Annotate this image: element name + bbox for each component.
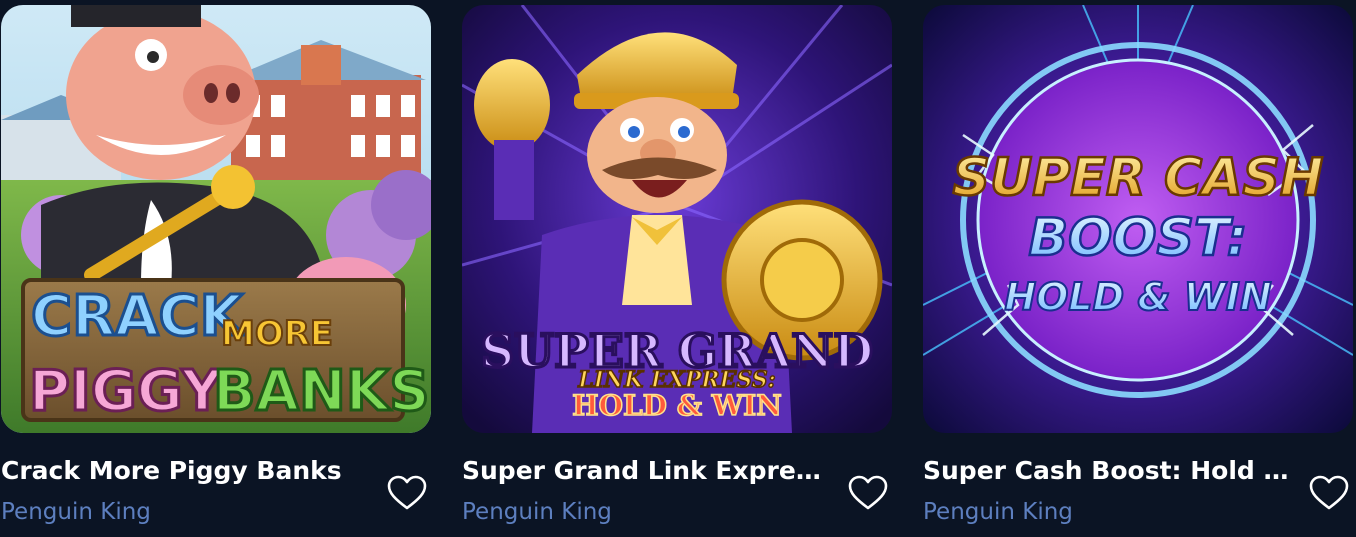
art-line-1: SUPER CASH bbox=[953, 148, 1324, 208]
game-thumbnail[interactable]: SUPER GRAND LINK EXPRESS: HOLD & WIN bbox=[462, 5, 892, 433]
game-title[interactable]: Super Cash Boost: Hold ... bbox=[923, 455, 1291, 487]
game-card[interactable]: CRACK MORE PIGGY BANKS Crack More Piggy … bbox=[1, 5, 431, 537]
game-artwork: CRACK MORE PIGGY BANKS bbox=[1, 5, 431, 433]
game-thumbnail[interactable]: SUPER CASH BOOST: HOLD & WIN bbox=[923, 5, 1353, 433]
game-card[interactable]: SUPER CASH BOOST: HOLD & WIN Super Cash … bbox=[923, 5, 1353, 537]
game-card[interactable]: SUPER GRAND LINK EXPRESS: HOLD & WIN Sup… bbox=[462, 5, 892, 537]
favorite-button[interactable] bbox=[846, 471, 890, 515]
game-thumbnail[interactable]: CRACK MORE PIGGY BANKS bbox=[1, 5, 431, 433]
game-meta: Crack More Piggy Banks Penguin King bbox=[1, 433, 431, 537]
game-artwork: SUPER GRAND LINK EXPRESS: HOLD & WIN bbox=[462, 5, 892, 433]
art-line-2: MORE bbox=[221, 314, 333, 354]
game-title[interactable]: Crack More Piggy Banks bbox=[1, 455, 369, 487]
game-meta: Super Grand Link Expres... Penguin King bbox=[462, 433, 892, 537]
art-line-3: PIGGY bbox=[29, 359, 224, 424]
game-provider[interactable]: Penguin King bbox=[462, 497, 612, 527]
favorite-button[interactable] bbox=[1307, 471, 1351, 515]
art-line-3: HOLD & WIN bbox=[572, 389, 782, 422]
game-grid: CRACK MORE PIGGY BANKS Crack More Piggy … bbox=[0, 0, 1356, 537]
game-provider[interactable]: Penguin King bbox=[1, 497, 151, 527]
heart-outline-icon bbox=[1309, 475, 1349, 510]
game-title[interactable]: Super Grand Link Expres... bbox=[462, 455, 830, 487]
favorite-button[interactable] bbox=[385, 471, 429, 515]
game-provider[interactable]: Penguin King bbox=[923, 497, 1073, 527]
heart-outline-icon bbox=[387, 475, 427, 510]
heart-outline-icon bbox=[848, 475, 888, 510]
art-line-1: CRACK bbox=[31, 284, 246, 349]
art-line-3: HOLD & WIN bbox=[1004, 275, 1271, 319]
art-line-4: BANKS bbox=[213, 359, 430, 424]
game-artwork: SUPER CASH BOOST: HOLD & WIN bbox=[923, 5, 1353, 433]
art-line-2: BOOST: bbox=[1029, 208, 1248, 268]
game-meta: Super Cash Boost: Hold ... Penguin King bbox=[923, 433, 1353, 537]
